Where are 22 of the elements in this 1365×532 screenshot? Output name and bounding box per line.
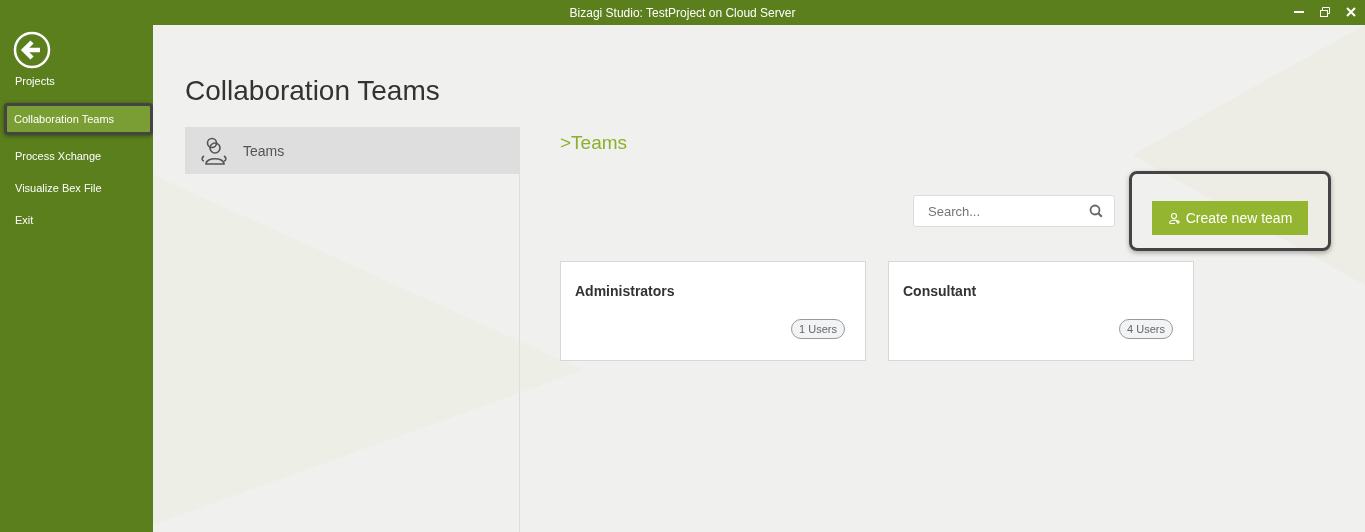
add-person-icon xyxy=(1167,211,1181,225)
window-title: Bizagi Studio: TestProject on Cloud Server xyxy=(569,5,796,20)
create-team-button[interactable]: Create new team xyxy=(1152,201,1308,235)
nav-item[interactable]: Teams xyxy=(185,127,519,174)
breadcrumb: >Teams xyxy=(560,132,629,154)
team-card[interactable]: Consultant 4 Users xyxy=(888,261,1194,361)
sidebar-item[interactable]: Visualize Bex File xyxy=(0,178,153,199)
sidebar-item[interactable]: Exit xyxy=(0,210,153,231)
user-count-badge: 4 Users xyxy=(1119,319,1173,339)
team-name: Consultant xyxy=(903,283,978,299)
page-title: Collaboration Teams xyxy=(185,75,441,107)
search-field[interactable]: Search... xyxy=(913,195,1115,227)
restore-icon[interactable] xyxy=(1319,6,1331,18)
sidebar-item[interactable]: Collaboration Teams xyxy=(4,103,153,135)
user-count-badge: 1 Users xyxy=(791,319,845,339)
search-icon xyxy=(1089,204,1103,218)
sidebar-item[interactable]: Projects xyxy=(0,71,153,92)
close-icon[interactable] xyxy=(1345,6,1357,18)
team-card[interactable]: Administrators 1 Users xyxy=(560,261,866,361)
team-name: Administrators xyxy=(575,283,676,299)
sidebar-item[interactable]: Process Xchange xyxy=(0,146,153,167)
people-icon xyxy=(199,135,229,166)
